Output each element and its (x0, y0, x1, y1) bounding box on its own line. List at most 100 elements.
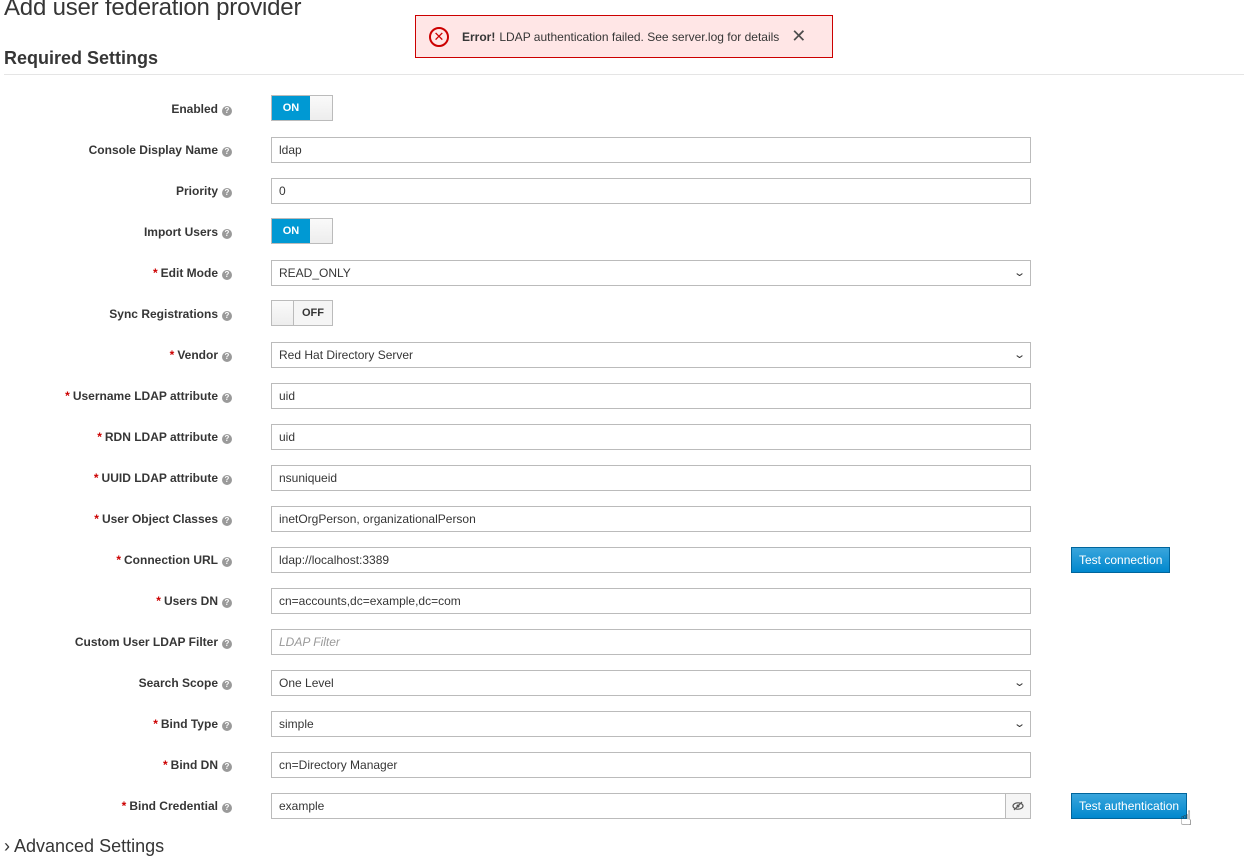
chevron-down-icon: ⌄ (1012, 677, 1026, 689)
help-icon[interactable]: ? (222, 557, 232, 567)
rdn-ldap-attribute-input[interactable]: uid (271, 424, 1031, 450)
alert-message: LDAP authentication failed. See server.l… (499, 29, 780, 44)
row-console-display-name: Console Display Name? ldap (0, 137, 1244, 163)
row-priority: Priority? 0 (0, 178, 1244, 204)
console-display-name-input[interactable]: ldap (271, 137, 1031, 163)
bind-credential-input[interactable]: example (271, 793, 1006, 819)
label-connection-url: * Connection URL? (116, 547, 232, 573)
uuid-ldap-attribute-input[interactable]: nsuniqueid (271, 465, 1031, 491)
eye-slash-icon[interactable] (1005, 793, 1031, 819)
required-marker: * (97, 430, 102, 444)
toggle-state: ON (272, 96, 310, 120)
hand-cursor-icon: ☝ (1180, 808, 1193, 830)
label-uuid-ldap-attribute: * UUID LDAP attribute? (94, 465, 232, 491)
label-user-object-classes: * User Object Classes? (94, 506, 232, 532)
required-marker: * (153, 266, 158, 280)
required-marker: * (65, 389, 70, 403)
users-dn-input[interactable]: cn=accounts,dc=example,dc=com (271, 588, 1031, 614)
label-priority: Priority? (176, 178, 232, 204)
required-marker: * (156, 594, 161, 608)
row-uuid-ldap-attribute: * UUID LDAP attribute? nsuniqueid (0, 465, 1244, 491)
custom-user-ldap-filter-input[interactable]: LDAP Filter (271, 629, 1031, 655)
required-marker: * (121, 799, 127, 813)
select-value: Red Hat Directory Server (279, 348, 414, 362)
help-icon[interactable]: ? (222, 147, 232, 157)
edit-mode-select[interactable]: READ_ONLY ⌄ (271, 260, 1031, 286)
bind-dn-input[interactable]: cn=Directory Manager (271, 752, 1031, 778)
row-bind-credential: * Bind Credential? example Test authentic… (0, 793, 1244, 819)
enabled-toggle[interactable]: ON (271, 95, 333, 121)
row-enabled: Enabled? ON (0, 95, 1244, 122)
advanced-settings-toggle[interactable]: › Advanced Settings (4, 836, 164, 857)
label-bind-dn: * Bind DN? (163, 752, 232, 778)
row-custom-user-ldap-filter: Custom User LDAP Filter? LDAP Filter (0, 629, 1244, 655)
required-marker: * (93, 471, 99, 485)
help-icon[interactable]: ? (222, 106, 232, 116)
select-value: One Level (279, 676, 334, 690)
toggle-state: OFF (294, 301, 332, 325)
connection-url-input[interactable]: ldap://localhost:3389 (271, 547, 1031, 573)
help-icon[interactable]: ? (222, 270, 232, 280)
chevron-down-icon: ⌄ (1012, 267, 1026, 279)
select-value: READ_ONLY (279, 266, 351, 280)
label-rdn-ldap-attribute: * RDN LDAP attribute? (97, 424, 232, 450)
label-vendor: * Vendor? (170, 342, 232, 368)
row-users-dn: * Users DN? cn=accounts,dc=example,dc=com (0, 588, 1244, 614)
bind-type-select[interactable]: simple ⌄ (271, 711, 1031, 737)
required-marker: * (116, 553, 121, 567)
required-marker: * (169, 348, 175, 362)
section-title: Required Settings (4, 48, 159, 68)
toggle-knob (272, 301, 294, 325)
import-users-toggle[interactable]: ON (271, 218, 333, 244)
row-bind-dn: * Bind DN? cn=Directory Manager (0, 752, 1244, 778)
row-vendor: * Vendor? Red Hat Directory Server ⌄ (0, 342, 1244, 368)
row-rdn-ldap-attribute: * RDN LDAP attribute? uid (0, 424, 1244, 450)
toggle-state: ON (272, 219, 310, 243)
section-divider (4, 74, 1244, 75)
help-icon[interactable]: ? (222, 352, 232, 362)
help-icon[interactable]: ? (222, 762, 232, 772)
label-username-ldap-attribute: * Username LDAP attribute? (65, 383, 232, 409)
label-search-scope: Search Scope? (139, 670, 232, 696)
close-icon[interactable]: ✕ (791, 26, 806, 47)
help-icon[interactable]: ? (222, 680, 232, 690)
sync-registrations-toggle[interactable]: OFF (271, 300, 333, 326)
help-icon[interactable]: ? (222, 721, 232, 731)
label-bind-credential: * Bind Credential? (122, 793, 232, 819)
row-edit-mode: * Edit Mode? READ_ONLY ⌄ (0, 260, 1244, 286)
help-icon[interactable]: ? (222, 434, 232, 444)
user-object-classes-input[interactable]: inetOrgPerson, organizationalPerson (271, 506, 1031, 532)
label-bind-type: * Bind Type? (153, 711, 232, 737)
row-search-scope: Search Scope? One Level ⌄ (0, 670, 1244, 696)
row-bind-type: * Bind Type? simple ⌄ (0, 711, 1244, 737)
label-enabled: Enabled? (171, 96, 232, 122)
help-icon[interactable]: ? (222, 598, 232, 608)
username-ldap-attribute-input[interactable]: uid (271, 383, 1031, 409)
page-title: Add user federation provider (4, 0, 302, 21)
help-icon[interactable]: ? (222, 229, 232, 239)
help-icon[interactable]: ? (222, 803, 232, 813)
label-sync-registrations: Sync Registrations? (109, 301, 232, 327)
help-icon[interactable]: ? (222, 475, 232, 485)
help-icon[interactable]: ? (222, 311, 232, 321)
row-connection-url: * Connection URL? ldap://localhost:3389 T… (0, 547, 1244, 573)
vendor-select[interactable]: Red Hat Directory Server ⌄ (271, 342, 1031, 368)
row-username-ldap-attribute: * Username LDAP attribute? uid (0, 383, 1244, 409)
priority-input[interactable]: 0 (271, 178, 1031, 204)
test-connection-button[interactable]: Test connection (1071, 547, 1171, 573)
chevron-down-icon: ⌄ (1012, 718, 1026, 730)
help-icon[interactable]: ? (222, 393, 232, 403)
required-marker: * (94, 512, 99, 526)
label-edit-mode: * Edit Mode? (153, 260, 232, 286)
toggle-knob (310, 96, 332, 120)
row-import-users: Import Users? ON (0, 218, 1244, 245)
help-icon[interactable]: ? (222, 639, 232, 649)
help-icon[interactable]: ? (222, 516, 232, 526)
error-circle-icon: ✕ (429, 26, 449, 47)
row-user-object-classes: * User Object Classes? inetOrgPerson, org… (0, 506, 1244, 532)
search-scope-select[interactable]: One Level ⌄ (271, 670, 1031, 696)
help-icon[interactable]: ? (222, 188, 232, 198)
label-users-dn: * Users DN? (156, 588, 232, 614)
select-value: simple (279, 717, 314, 731)
test-authentication-button[interactable]: Test authentication (1071, 793, 1188, 819)
